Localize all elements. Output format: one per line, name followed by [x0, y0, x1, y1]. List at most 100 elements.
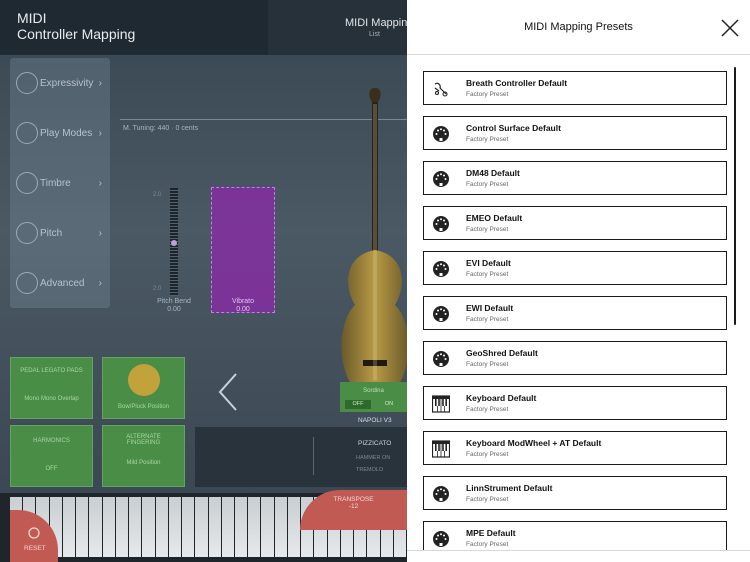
pitch-bend-title: Pitch Bend — [157, 298, 191, 305]
bow-position-tile[interactable]: Bow/Pluck Position — [102, 357, 185, 419]
pitch-bend-label: Pitch Bend 0.00 — [150, 298, 198, 314]
legato-pads-tile[interactable]: PEDAL LEGATO PADS Mono Mono Overlap — [10, 357, 93, 419]
preset-row-mpe[interactable]: MPE Default Factory Preset — [423, 521, 727, 550]
articulation-sub2: TREMOLO — [356, 467, 384, 473]
sidebar-item-timbre[interactable]: Timbre › — [10, 158, 110, 208]
preset-type: Factory Preset — [466, 541, 509, 548]
tile-value: Bow/Pluck Position — [117, 404, 170, 410]
preset-type: Factory Preset — [466, 406, 509, 413]
close-icon[interactable] — [719, 17, 741, 39]
keyboard-icon — [432, 395, 450, 413]
sidebar-item-advanced[interactable]: Advanced › — [10, 258, 110, 308]
preset-name: EMEO Default — [466, 213, 523, 223]
preset-row-breath-controller[interactable]: Breath Controller Default Factory Preset — [423, 71, 727, 105]
breath-controller-icon — [434, 82, 448, 97]
tile-title: HARMONICS — [33, 438, 70, 444]
preset-row-evi[interactable]: EVI Default Factory Preset — [423, 251, 727, 285]
reset-label: RESET — [24, 545, 46, 552]
preset-name: Control Surface Default — [466, 123, 561, 133]
sidebar-item-pitch[interactable]: Pitch › — [10, 208, 110, 258]
transpose-value: -12 — [348, 503, 359, 510]
title-block: MIDI Controller Mapping — [0, 0, 268, 55]
preset-row-dm48[interactable]: DM48 Default Factory Preset — [423, 161, 727, 195]
app-title-line2: Controller Mapping — [17, 26, 136, 42]
sidebar-item-play-modes[interactable]: Play Modes › — [10, 108, 110, 158]
vibrato-label: Vibrato 0.00 — [211, 298, 275, 314]
preset-name: MPE Default — [466, 528, 516, 538]
preset-row-keyboard-modwheel-at[interactable]: Keyboard ModWheel + AT Default Factory P… — [423, 431, 727, 465]
preset-type: Factory Preset — [466, 316, 509, 323]
articulation-sub: HAMMER ON TREMOLO — [356, 452, 390, 476]
midi-port-icon — [433, 531, 449, 547]
sidebar-item-label: Pitch — [40, 227, 63, 239]
radio-waves-icon — [16, 172, 38, 194]
chevron-right-icon: › — [98, 77, 102, 89]
preset-name: EVI Default — [466, 258, 511, 268]
sliders-icon — [16, 122, 38, 144]
vibrato-title: Vibrato — [231, 298, 255, 305]
presets-list[interactable]: Breath Controller Default Factory Preset… — [407, 56, 750, 550]
list-scrollbar[interactable] — [734, 67, 736, 325]
preset-type: Factory Preset — [466, 136, 509, 143]
pitch-scale-bottom: 2.0 — [153, 286, 162, 292]
chevron-right-icon: › — [98, 127, 102, 139]
tile-title: PEDAL LEGATO PADS — [20, 368, 83, 374]
mode-sub-label: List — [369, 31, 380, 38]
preset-type: Factory Preset — [466, 451, 509, 458]
keyboard-icon — [432, 440, 450, 458]
midi-port-icon — [433, 351, 449, 367]
preset-name: Keyboard Default — [466, 393, 537, 403]
preset-name: DM48 Default — [466, 168, 520, 178]
tile-value: Mild Position — [126, 460, 161, 466]
preset-row-geoshred[interactable]: GeoShred Default Factory Preset — [423, 341, 727, 375]
tuning-readout: M. Tuning: 440 · 0 cents — [123, 125, 199, 132]
sordina-on[interactable]: ON — [376, 400, 402, 409]
panel-header: MIDI Mapping Presets — [407, 0, 750, 55]
midi-port-icon — [433, 486, 449, 502]
sidebar-item-label: Expressivity — [40, 77, 94, 89]
panel-divider — [313, 437, 314, 475]
tuning-fork-icon — [16, 222, 38, 244]
previous-arrow-icon[interactable] — [216, 372, 240, 412]
transpose-control[interactable]: TRANSPOSE -12 — [300, 490, 407, 530]
preset-row-keyboard[interactable]: Keyboard Default Factory Preset — [423, 386, 727, 420]
preset-name: Keyboard ModWheel + AT Default — [466, 438, 602, 448]
alternate-fingering-tile[interactable]: ALTERNATE FINGERING Mild Position — [102, 425, 185, 487]
reset-icon — [28, 527, 40, 539]
preset-name: LinnStrument Default — [466, 483, 553, 493]
preset-name: GeoShred Default — [466, 348, 538, 358]
vibrato-pad[interactable] — [211, 187, 275, 313]
preset-name: EWI Default — [466, 303, 514, 313]
sidebar-item-label: Play Modes — [40, 127, 93, 139]
preset-row-control-surface[interactable]: Control Surface Default Factory Preset — [423, 116, 727, 150]
pitch-scale-top: 2.0 — [153, 192, 162, 198]
sidebar-item-expressivity[interactable]: Expressivity › — [10, 58, 110, 108]
mode-label[interactable]: MIDI Mapping — [345, 17, 413, 29]
harmonics-tile[interactable]: HARMONICS OFF — [10, 425, 93, 487]
panel-title: MIDI Mapping Presets — [524, 21, 633, 33]
transpose-label: TRANSPOSE — [333, 496, 374, 503]
presets-panel: MIDI Mapping Presets Breath Controller D… — [407, 0, 750, 562]
preset-type: Factory Preset — [466, 91, 509, 98]
preset-row-ewi[interactable]: EWI Default Factory Preset — [423, 296, 727, 330]
tile-title: ALTERNATE FINGERING — [126, 434, 161, 446]
sidebar-item-label: Timbre — [40, 177, 71, 189]
app-title: MIDI Controller Mapping — [17, 10, 217, 42]
preset-row-linnstrument[interactable]: LinnStrument Default Factory Preset — [423, 476, 727, 510]
panel-bottom-divider — [407, 550, 750, 551]
pitch-bend-value: 0.00 — [167, 306, 181, 313]
midi-port-icon — [433, 126, 449, 142]
sordina-off[interactable]: OFF — [345, 400, 371, 409]
preset-row-emeo[interactable]: EMEO Default Factory Preset — [423, 206, 727, 240]
heart-shield-icon — [16, 72, 38, 94]
vibrato-value: 0.00 — [236, 306, 250, 313]
preset-type: Factory Preset — [466, 496, 509, 503]
pitch-bend-knob[interactable] — [171, 240, 177, 246]
preset-type: Factory Preset — [466, 361, 509, 368]
preset-name: Breath Controller Default — [466, 78, 568, 88]
string-name: NAPOLI V3 — [358, 417, 392, 424]
sidebar: Expressivity › Play Modes › Timbre › Pit… — [10, 58, 110, 308]
chevron-right-icon: › — [98, 277, 102, 289]
app-title-line1: MIDI — [17, 10, 47, 26]
sordina-toggle[interactable]: Sordina OFF ON — [340, 382, 407, 412]
